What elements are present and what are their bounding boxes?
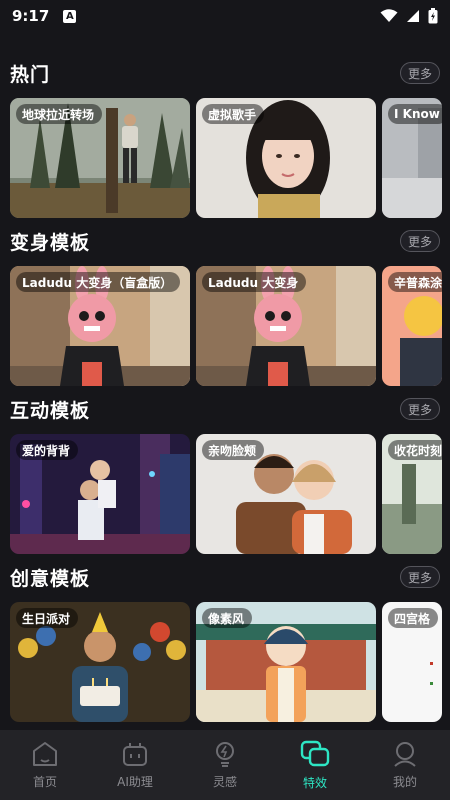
nav-effects[interactable]: 特效: [270, 730, 360, 800]
section-title: 变身模板: [10, 231, 91, 254]
card-label: 地球拉近转场: [16, 104, 103, 124]
template-card[interactable]: 辛普森涂: [382, 266, 442, 386]
more-button[interactable]: 更多: [400, 566, 440, 588]
nav-profile[interactable]: 我的: [360, 730, 450, 800]
card-label: 爱的背背: [16, 440, 79, 460]
bottom-nav: 首页 AI助理 灵感 特效 我的: [0, 730, 450, 800]
section-header: 热门 更多: [10, 48, 440, 98]
template-card[interactable]: I Know: [382, 98, 442, 218]
section-header: 创意模板 更多: [10, 552, 440, 602]
card-row: 生日派对 像素风 四宫格: [10, 602, 442, 722]
template-card[interactable]: 生日派对: [10, 602, 190, 722]
status-notification-icon: A: [63, 9, 77, 23]
section-hot: 热门 更多 地球拉近转场 虚拟歌手 I Know: [0, 48, 450, 218]
status-icons: [380, 8, 438, 24]
section-creative: 创意模板 更多 生日派对 像素风 四宫格: [0, 552, 450, 722]
section-title: 创意模板: [10, 567, 91, 590]
nav-ai-assistant[interactable]: AI助理: [90, 730, 180, 800]
card-label: 辛普森涂: [388, 272, 442, 292]
bulb-icon: [216, 741, 234, 767]
card-row: 地球拉近转场 虚拟歌手 I Know: [10, 98, 442, 218]
wifi-icon: [380, 9, 398, 22]
template-card[interactable]: 亲吻脸颊: [196, 434, 376, 554]
card-label: 收花时刻: [388, 440, 442, 460]
more-button[interactable]: 更多: [400, 398, 440, 420]
nav-label: 首页: [32, 774, 57, 789]
effects-icon: [300, 740, 330, 766]
signal-icon: [407, 10, 419, 22]
home-icon: [33, 741, 57, 766]
card-label: 虚拟歌手: [202, 104, 265, 124]
card-row: 爱的背背 亲吻脸颊 收花时刻: [10, 434, 442, 554]
card-label: 像素风: [202, 608, 253, 628]
section-title: 互动模板: [10, 399, 91, 422]
card-label: 四宫格: [388, 608, 439, 628]
card-label: I Know: [388, 104, 442, 124]
nav-label: 我的: [392, 774, 417, 789]
card-label: Ladudu 大变身（盲盒版）: [16, 272, 181, 292]
card-row: Ladudu 大变身（盲盒版） Ladudu 大变身 辛普森涂: [10, 266, 442, 386]
card-label: 亲吻脸颊: [202, 440, 265, 460]
battery-icon: [428, 8, 438, 24]
section-interactive: 互动模板 更多 爱的背背 亲吻脸颊 收花时刻: [0, 384, 450, 554]
more-button[interactable]: 更多: [400, 62, 440, 84]
template-card[interactable]: Ladudu 大变身（盲盒版）: [10, 266, 190, 386]
template-card[interactable]: 虚拟歌手: [196, 98, 376, 218]
section-header: 互动模板 更多: [10, 384, 440, 434]
more-button[interactable]: 更多: [400, 230, 440, 252]
card-label: 生日派对: [16, 608, 79, 628]
nav-home[interactable]: 首页: [0, 730, 90, 800]
effects-content[interactable]: 热门 更多 地球拉近转场 虚拟歌手 I Know 变身模板 更多 Ladudu …: [0, 48, 450, 730]
template-card[interactable]: 四宫格: [382, 602, 442, 722]
robot-icon: [123, 742, 147, 766]
template-card[interactable]: 地球拉近转场: [10, 98, 190, 218]
nav-label: AI助理: [117, 774, 153, 789]
template-card[interactable]: 像素风: [196, 602, 376, 722]
section-title: 热门: [10, 63, 51, 86]
template-card[interactable]: 收花时刻: [382, 434, 442, 554]
section-transform: 变身模板 更多 Ladudu 大变身（盲盒版） Ladudu 大变身 辛普森涂: [0, 216, 450, 386]
nav-inspiration[interactable]: 灵感: [180, 730, 270, 800]
card-label: Ladudu 大变身: [202, 272, 307, 292]
template-card[interactable]: Ladudu 大变身: [196, 266, 376, 386]
status-time: 9:17: [12, 7, 50, 25]
status-bar: 9:17 A: [0, 0, 450, 32]
section-header: 变身模板 更多: [10, 216, 440, 266]
profile-icon: [394, 741, 416, 767]
nav-label: 灵感: [212, 774, 237, 789]
template-card[interactable]: 爱的背背: [10, 434, 190, 554]
nav-label: 特效: [302, 775, 327, 790]
